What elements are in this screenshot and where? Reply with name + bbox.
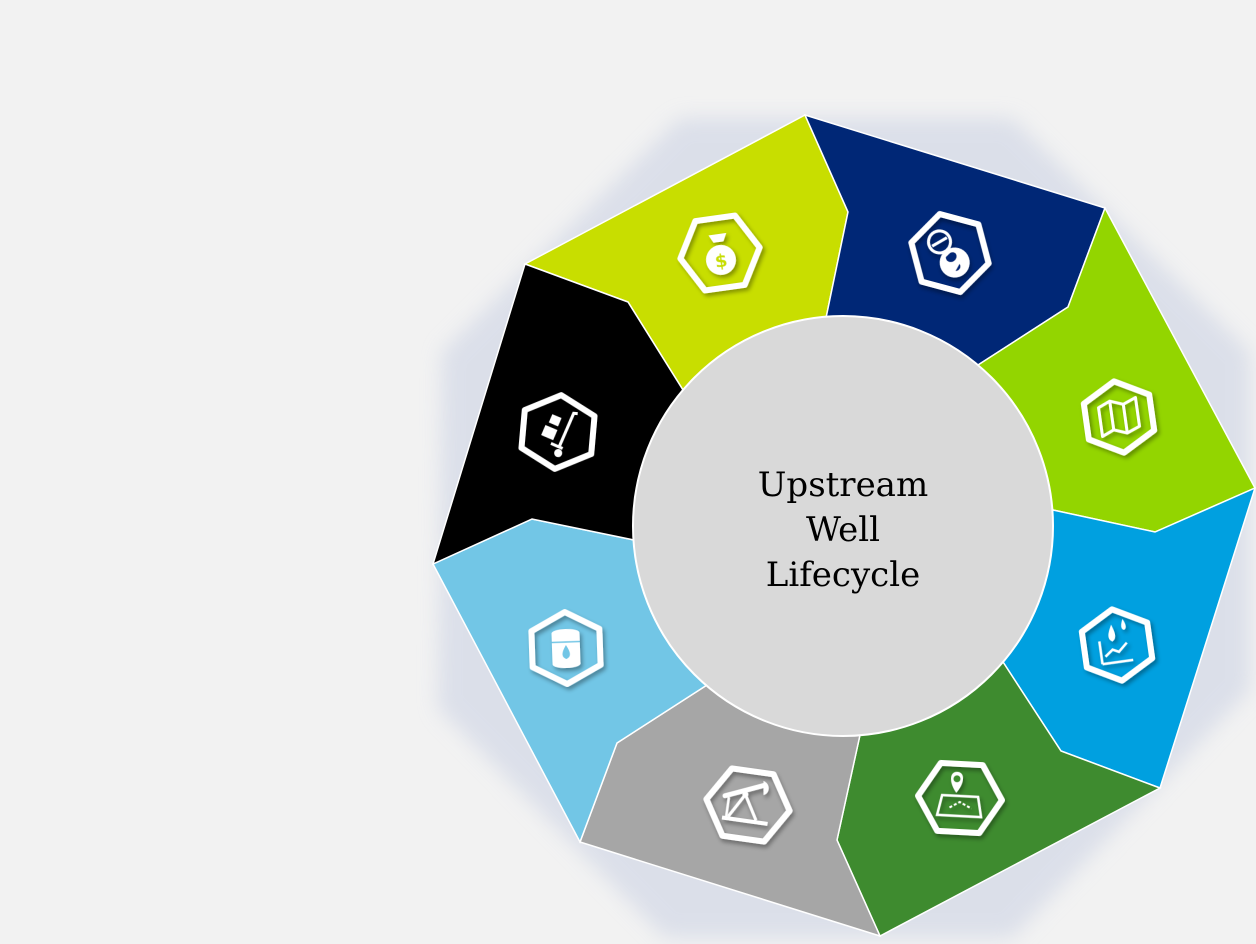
center-title-line-3: Lifecycle <box>765 555 921 595</box>
center-title-line-1: Upstream <box>757 465 929 505</box>
center-title: Upstream Well Lifecycle <box>693 463 993 598</box>
center-title-line-2: Well <box>805 510 881 550</box>
lifecycle-diagram: $ Upstream Well Lifecycle <box>0 0 1256 944</box>
lifecycle-wheel: $ <box>431 113 1256 938</box>
